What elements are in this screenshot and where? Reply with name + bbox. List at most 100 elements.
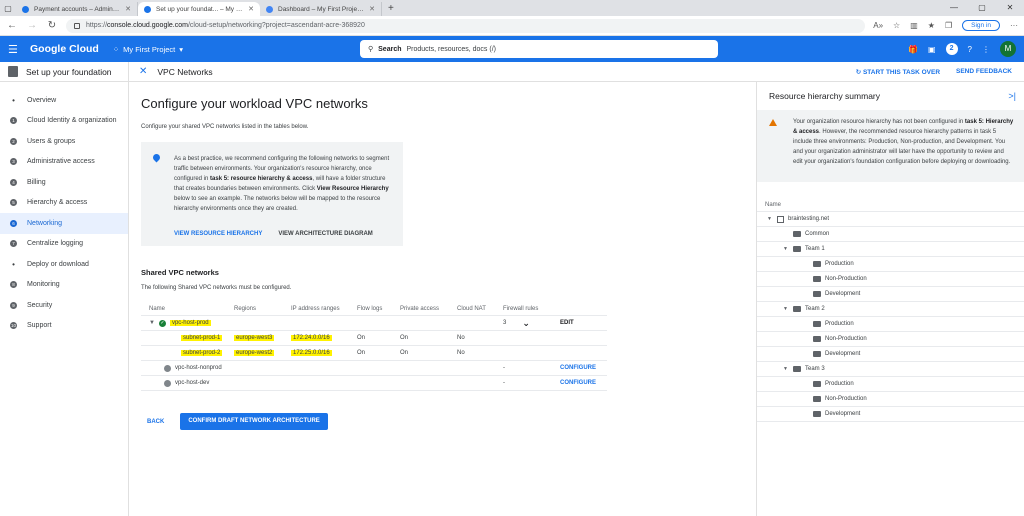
warning-icon [769, 119, 777, 126]
notifications-badge[interactable]: 2 [945, 43, 958, 55]
nav-item-networking[interactable]: 6 Networking [0, 213, 128, 234]
tree-row[interactable]: Production [757, 257, 1024, 272]
col-cloud-nat: Cloud NAT [457, 305, 486, 312]
favorite-icon[interactable]: ☆ [893, 21, 900, 30]
nav-item-users-groups[interactable]: 2 Users & groups [0, 131, 128, 152]
tree-row[interactable]: Production [757, 377, 1024, 392]
tree-row[interactable]: Common [757, 227, 1024, 242]
view-resource-hierarchy-link[interactable]: VIEW RESOURCE HIERARCHY [174, 231, 262, 237]
more-vert-icon[interactable]: ⋮ [982, 45, 990, 54]
expand-arrow-icon[interactable]: ▼ [767, 216, 773, 222]
gift-icon[interactable]: 🎁 [908, 45, 918, 54]
back-arrow-icon[interactable]: ← [6, 20, 18, 31]
tree-row[interactable]: ▼ Team 1 [757, 242, 1024, 257]
browser-tab-3[interactable]: Dashboard – My First Project – G ✕ [260, 2, 382, 16]
col-name: Name [149, 305, 166, 312]
tree-row[interactable]: Development [757, 287, 1024, 302]
expand-arrow-icon[interactable]: ▼ [783, 306, 789, 312]
maximize-icon[interactable]: ▢ [968, 0, 996, 16]
nav-item-deploy-or-download[interactable]: • Deploy or download [0, 254, 128, 275]
hamburger-menu-icon[interactable]: ☰ [8, 43, 24, 56]
tab-close-icon[interactable]: ✕ [248, 5, 254, 13]
nav-item-billing[interactable]: 4 Billing [0, 172, 128, 193]
search-bar[interactable]: ⚲ Search Products, resources, docs (/) [360, 40, 718, 58]
read-aloud-icon[interactable]: A» [873, 21, 883, 30]
expand-arrow-icon[interactable]: ▼ [783, 366, 789, 372]
tree-row[interactable]: Development [757, 347, 1024, 362]
help-icon[interactable]: ? [968, 45, 972, 54]
info-links: VIEW RESOURCE HIERARCHY VIEW ARCHITECTUR… [174, 231, 373, 237]
collections-icon[interactable]: ❐ [945, 21, 952, 30]
edit-button[interactable]: EDIT [560, 320, 607, 326]
nav-item-support[interactable]: 10 Support [0, 316, 128, 337]
subnet-flow-logs: On [357, 350, 366, 356]
project-selector[interactable]: ⁘ My First Project ▾ [113, 45, 183, 54]
view-architecture-diagram-link[interactable]: VIEW ARCHITECTURE DIAGRAM [278, 231, 372, 237]
nav-item-administrative-access[interactable]: 3 Administrative access [0, 152, 128, 173]
tree-row[interactable]: Non-Production [757, 272, 1024, 287]
expand-arrow-icon[interactable]: ▼ [783, 246, 789, 252]
tree-row[interactable]: ▼ braintesting.net [757, 212, 1024, 227]
firewall-count: - [503, 380, 505, 386]
forward-arrow-icon[interactable]: → [26, 20, 38, 31]
tab-actions-icon[interactable]: ▢ [0, 0, 16, 16]
setup-title: Set up your foundation [26, 66, 112, 77]
subnet-ip-range: 172.25.0.0/16 [291, 350, 332, 356]
tree-row[interactable]: Non-Production [757, 332, 1024, 347]
step-number-icon: 2 [10, 137, 17, 145]
sign-in-button[interactable]: Sign in [962, 20, 1000, 31]
split-screen-icon[interactable]: ▥ [910, 21, 918, 30]
more-menu-icon[interactable]: ··· [1010, 21, 1018, 30]
url-bar[interactable]: https://console.cloud.google.com/cloud-s… [66, 18, 866, 33]
collapse-panel-icon[interactable]: >| [1008, 91, 1016, 101]
nav-item-overview[interactable]: • Overview [0, 90, 128, 111]
configure-button[interactable]: CONFIGURE [560, 365, 607, 371]
google-cloud-logo[interactable]: Google Cloud [30, 43, 99, 55]
new-tab-button[interactable]: + [382, 2, 400, 16]
subnet-region: europe-west2 [234, 350, 275, 356]
tree-row[interactable]: Production [757, 317, 1024, 332]
tab-close-icon[interactable]: ✕ [369, 5, 375, 13]
setup-title-area: Set up your foundation [0, 61, 129, 82]
minimize-icon[interactable]: — [940, 0, 968, 16]
send-feedback-button[interactable]: SEND FEEDBACK [956, 68, 1012, 76]
tree-header: Name [757, 198, 1024, 212]
configure-button[interactable]: CONFIGURE [560, 380, 607, 386]
tree-row[interactable]: ▼ Team 2 [757, 302, 1024, 317]
tree-row[interactable]: ▼ Team 3 [757, 362, 1024, 377]
confirm-draft-button[interactable]: CONFIRM DRAFT NETWORK ARCHITECTURE [180, 413, 328, 430]
avatar[interactable]: M [1000, 41, 1016, 57]
folder-icon [793, 306, 801, 312]
table-row-subnet-prod-1: subnet-prod-1 europe-west3 172.24.0.0/16… [141, 331, 607, 346]
close-icon[interactable]: ✕ [139, 66, 147, 77]
folder-icon [813, 396, 821, 402]
tree-node: Non-Production [757, 336, 867, 342]
step-number-icon: 1 [10, 117, 17, 125]
close-window-icon[interactable]: ✕ [996, 0, 1024, 16]
tree-node: Production [757, 381, 854, 387]
folder-icon [813, 336, 821, 342]
reload-icon[interactable]: ↻ [46, 20, 58, 31]
expand-firewall-icon[interactable]: ⌄ [522, 318, 530, 329]
tree-node: Production [757, 321, 854, 327]
nav-item-hierarchy-access[interactable]: 5 Hierarchy & access [0, 193, 128, 214]
tree-row[interactable]: Non-Production [757, 392, 1024, 407]
cloud-shell-icon[interactable]: ▣ [928, 45, 936, 54]
favorites-bar-icon[interactable]: ★ [928, 21, 935, 30]
tree-node-label: Team 2 [805, 306, 825, 312]
back-button[interactable]: BACK [141, 419, 170, 425]
chevron-down-icon[interactable]: ▼ [149, 320, 155, 326]
sub-header: Set up your foundation ✕ VPC Networks ↻ … [0, 61, 1024, 82]
browser-tab-1[interactable]: Payment accounts – Admin Cons ✕ [16, 2, 138, 16]
nav-item-cloud-identity-organization[interactable]: 1 Cloud Identity & organization [0, 111, 128, 132]
form-actions: BACK CONFIRM DRAFT NETWORK ARCHITECTURE [141, 413, 744, 430]
tree-row[interactable]: Development [757, 407, 1024, 422]
tab-close-icon[interactable]: ✕ [125, 5, 131, 13]
col-private-access: Private access [400, 305, 440, 312]
start-over-button[interactable]: ↻ START THIS TASK OVER [856, 68, 940, 76]
nav-item-centralize-logging[interactable]: 7 Centralize logging [0, 234, 128, 255]
nav-item-security[interactable]: 9 Security [0, 295, 128, 316]
browser-tab-2[interactable]: Set up your foundat... – My First ✕ [138, 2, 260, 16]
section-title: Shared VPC networks [141, 268, 219, 277]
nav-item-monitoring[interactable]: 8 Monitoring [0, 275, 128, 296]
